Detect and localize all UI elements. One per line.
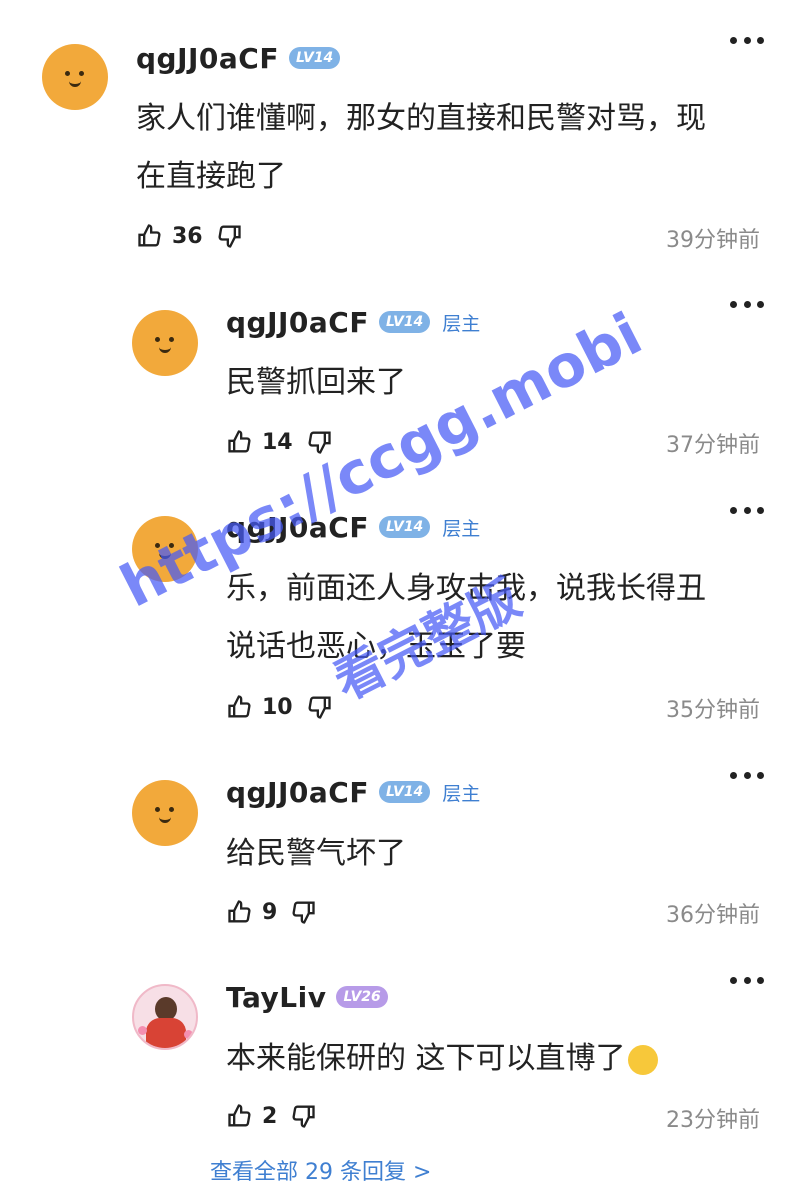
rolling-laughing-emoji-icon bbox=[627, 1044, 658, 1075]
comment-actions: 36 bbox=[136, 218, 243, 254]
username-row: qgJJ0aCF LV14 层主 bbox=[226, 772, 480, 812]
dislike-icon[interactable] bbox=[305, 428, 333, 456]
comment-text: 家人们谁懂啊，那女的直接和民警对骂，现 在直接跑了 bbox=[136, 90, 776, 206]
username[interactable]: qgJJ0aCF bbox=[226, 511, 369, 544]
flower-icon bbox=[138, 1026, 147, 1035]
comment-text: 民警抓回来了 bbox=[226, 354, 766, 412]
avatar-eye bbox=[155, 337, 160, 342]
comment-text-line: 民警抓回来了 bbox=[226, 365, 406, 400]
floor-host-badge: 层主 bbox=[442, 517, 481, 540]
comment-text: 给民警气坏了 bbox=[226, 825, 766, 883]
like-icon[interactable] bbox=[136, 222, 164, 250]
comment-time: 39分钟前 bbox=[666, 228, 760, 253]
like-count: 2 bbox=[262, 1103, 278, 1129]
comment-time: 35分钟前 bbox=[666, 698, 760, 723]
comment-text-line: 家人们谁懂啊，那女的直接和民警对骂，现 bbox=[136, 101, 706, 136]
dislike-icon[interactable] bbox=[215, 222, 243, 250]
dislike-icon[interactable] bbox=[289, 1102, 317, 1130]
like-icon[interactable] bbox=[226, 428, 254, 456]
avatar-eye bbox=[79, 71, 84, 76]
username[interactable]: TayLiv bbox=[226, 981, 326, 1014]
comment-actions: 10 bbox=[226, 689, 333, 725]
avatar-mouth bbox=[159, 344, 171, 353]
avatar-eye bbox=[155, 807, 160, 812]
like-count: 36 bbox=[172, 223, 203, 249]
floor-host-badge: 层主 bbox=[442, 312, 481, 335]
username-row: qgJJ0aCF LV14 bbox=[136, 38, 341, 78]
avatar-mouth bbox=[69, 78, 81, 87]
avatar-mouth bbox=[159, 814, 171, 823]
dislike-icon[interactable] bbox=[289, 898, 317, 926]
comment-actions: 9 bbox=[226, 894, 317, 930]
avatar-photo-body bbox=[146, 1018, 186, 1048]
floor-host-badge: 层主 bbox=[442, 782, 481, 805]
flower-icon bbox=[184, 1030, 193, 1039]
avatar[interactable] bbox=[132, 310, 198, 376]
comment-text-line: 在直接跑了 bbox=[136, 159, 286, 194]
username-row: qgJJ0aCF LV14 层主 bbox=[226, 302, 480, 342]
username[interactable]: qgJJ0aCF bbox=[136, 42, 279, 75]
comment-actions: 14 bbox=[226, 424, 333, 460]
more-options-icon[interactable] bbox=[730, 500, 764, 520]
username-row: qgJJ0aCF LV14 层主 bbox=[226, 507, 480, 547]
more-options-icon[interactable] bbox=[730, 294, 764, 314]
avatar[interactable] bbox=[132, 516, 198, 582]
level-badge: LV14 bbox=[288, 47, 341, 69]
level-badge: LV14 bbox=[378, 311, 431, 333]
comment-time: 37分钟前 bbox=[666, 433, 760, 458]
like-count: 10 bbox=[262, 694, 293, 720]
avatar-eye bbox=[65, 71, 70, 76]
avatar[interactable] bbox=[132, 984, 198, 1050]
username[interactable]: qgJJ0aCF bbox=[226, 776, 369, 809]
username[interactable]: qgJJ0aCF bbox=[226, 306, 369, 339]
comment-text-line: 本来能保研的 这下可以直博了 bbox=[226, 1030, 766, 1088]
dislike-icon[interactable] bbox=[305, 693, 333, 721]
level-badge: LV26 bbox=[336, 986, 388, 1008]
comment-time: 23分钟前 bbox=[666, 1108, 760, 1133]
level-badge: LV14 bbox=[378, 516, 431, 538]
more-options-icon[interactable] bbox=[730, 970, 764, 990]
level-badge: LV14 bbox=[378, 781, 431, 803]
avatar[interactable] bbox=[132, 780, 198, 846]
comment-text-line: 给民警气坏了 bbox=[226, 836, 406, 871]
comment-text: 本来能保研的 这下可以直博了 bbox=[226, 1030, 766, 1088]
like-icon[interactable] bbox=[226, 898, 254, 926]
more-options-icon[interactable] bbox=[730, 765, 764, 785]
username-row: TayLiv LV26 bbox=[226, 977, 388, 1017]
more-options-icon[interactable] bbox=[730, 30, 764, 50]
avatar-eye bbox=[169, 543, 174, 548]
comment-time: 36分钟前 bbox=[666, 903, 760, 928]
view-all-replies-link[interactable]: 查看全部 29 条回复 > bbox=[210, 1154, 431, 1186]
avatar-eye bbox=[169, 807, 174, 812]
comment-text-content: 本来能保研的 这下可以直博了 bbox=[226, 1041, 626, 1076]
avatar-eye bbox=[155, 543, 160, 548]
like-count: 14 bbox=[262, 429, 293, 455]
avatar-eye bbox=[169, 337, 174, 342]
like-count: 9 bbox=[262, 899, 278, 925]
avatar[interactable] bbox=[42, 44, 108, 110]
avatar-mouth bbox=[159, 550, 171, 559]
like-icon[interactable] bbox=[226, 693, 254, 721]
like-icon[interactable] bbox=[226, 1102, 254, 1130]
comment-actions: 2 bbox=[226, 1098, 317, 1134]
